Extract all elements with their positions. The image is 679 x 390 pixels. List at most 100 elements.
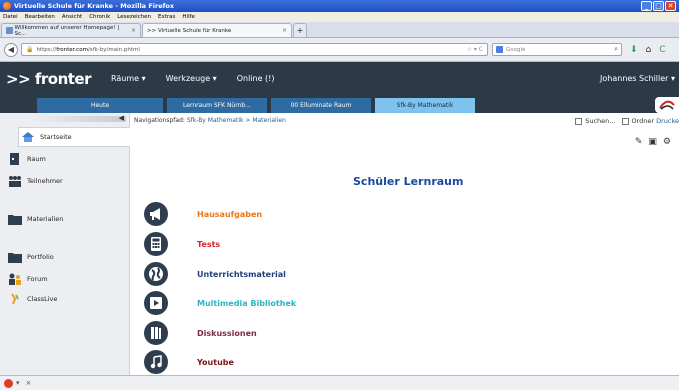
back-button[interactable]: ◀ [4,42,18,57]
sidebar: ◀ Startseite Raum Teilnehmer Materialien… [0,113,130,375]
search-bar[interactable]: Google ⌕ [492,43,622,56]
media-icon [144,291,168,315]
home-button-icon[interactable]: ⌂ [646,45,652,55]
browser-tab-virtuelle-schule[interactable]: >> Virtuelle Schule für Kranke × [142,23,292,37]
fronter-logo[interactable]: >> fronter [6,70,92,88]
sidebar-item-label: Teilnehmer [27,177,63,185]
menu-online[interactable]: Online (!) [237,74,275,83]
ordner-checkbox[interactable] [621,117,629,125]
nav-tools: ⬇ ⌂ C [630,45,666,55]
link-label[interactable]: Tests [197,240,220,249]
window-titlebar: Virtuelle Schule für Kranke - Mozilla Fi… [0,0,679,12]
link-hausaufgaben[interactable]: Hausaufgaben [144,201,262,227]
globe-icon [144,262,168,286]
link-unterrichtsmaterial[interactable]: Unterrichtsmaterial [144,261,286,287]
search-icon[interactable]: ⌕ [614,45,618,54]
link-tests[interactable]: Tests [144,231,220,257]
breadcrumb: Navigationspfad: Sfk-By Mathematik > Mat… [134,117,286,124]
bookmark-star-icon[interactable]: ☆ ▾ C [467,46,483,53]
people-icon [8,175,22,187]
menubar: Datei Bearbeiten Ansicht Chronik Lesezei… [0,12,679,22]
link-youtube[interactable]: Youtube [144,349,234,375]
suchen-label[interactable]: Suchen... [585,117,615,125]
new-tab-button[interactable]: + [293,23,307,37]
music-icon [144,350,168,374]
url-bar[interactable]: 🔒 https://fronter.com/sfk-by/main.phtml … [21,43,488,56]
tab-lernraum[interactable]: Lernraum SFK Nürnb... [167,98,267,113]
tab-close-icon[interactable]: × [131,27,136,34]
menu-ansicht[interactable]: Ansicht [62,14,82,20]
url-prefix: https:// [36,46,57,53]
browser-tabbar: Willkommen auf unserer Homepage! | Sc...… [0,22,679,38]
drucken-link[interactable]: Drucke [656,117,679,125]
sidebar-item-portfolio[interactable]: Portfolio [6,247,124,267]
addon-icon[interactable] [4,378,13,388]
reload-icon[interactable]: C [659,45,665,55]
school-logo-icon [659,100,675,110]
classlive-icon [8,293,22,305]
window-title: Virtuelle Schule für Kranke - Mozilla Fi… [14,2,175,10]
link-label[interactable]: Diskussionen [197,329,257,338]
books-icon [144,321,168,345]
tab-heute[interactable]: Heute [37,98,163,113]
megaphone-icon [144,202,168,226]
tab-close-icon[interactable]: × [282,27,287,34]
google-icon [496,46,503,53]
sidebar-item-label: Raum [27,155,46,163]
folder-icon [8,213,22,225]
sidebar-item-classlive[interactable]: ClassLive [6,289,124,309]
url-host: fronter.com [56,46,88,53]
suchen-checkbox[interactable] [575,117,583,125]
sidebar-item-label: Forum [27,275,48,283]
school-logo [655,97,679,113]
menu-werkzeuge[interactable]: Werkzeuge ▾ [166,74,217,83]
maximize-button[interactable]: □ [653,1,664,11]
sidebar-item-forum[interactable]: Forum [6,269,124,289]
link-label[interactable]: Unterrichtsmaterial [197,270,286,279]
link-label[interactable]: Youtube [197,358,234,367]
addon-dropdown-icon[interactable]: ▾ [16,379,20,387]
link-label[interactable]: Hausaufgaben [197,210,262,219]
tab-favicon-icon [6,27,13,34]
edit-pencil-icon[interactable]: ✎ [635,137,643,147]
download-icon[interactable]: ⬇ [630,45,638,55]
tab-elluminate[interactable]: 00 Elluminate Raum [271,98,371,113]
sidebar-collapse[interactable]: ◀ [32,114,126,122]
close-window-button[interactable]: ✕ [665,1,676,11]
breadcrumb-prefix: Navigationspfad: [134,117,185,124]
menu-bearbeiten[interactable]: Bearbeiten [25,14,55,20]
link-multimedia-bibliothek[interactable]: Multimedia Bibliothek [144,290,296,316]
tab-label: Willkommen auf unserer Homepage! | Sc... [14,24,120,37]
ordner-label[interactable]: Ordner [632,117,655,125]
sidebar-item-raum[interactable]: Raum [6,149,124,169]
menu-raeume[interactable]: Räume ▾ [111,74,146,83]
sidebar-item-materialien[interactable]: Materialien [6,209,124,229]
link-diskussionen[interactable]: Diskussionen [144,320,257,346]
tab-mathematik[interactable]: Sfk-By Mathematik [375,98,475,113]
menu-datei[interactable]: Datei [3,14,18,20]
menu-extras[interactable]: Extras [158,14,175,20]
page-title: Schüler Lernraum [353,175,464,188]
menu-lesezeichen[interactable]: Lesezeichen [117,14,151,20]
menu-hilfe[interactable]: Hilfe [182,14,195,20]
page-tools: Suchen... Ordner Drucke [569,117,679,125]
door-icon [8,153,22,165]
link-label[interactable]: Multimedia Bibliothek [197,299,296,308]
navigation-bar: ◀ 🔒 https://fronter.com/sfk-by/main.phtm… [0,38,679,62]
sidebar-item-teilnehmer[interactable]: Teilnehmer [6,171,124,191]
minimize-button[interactable]: _ [641,1,652,11]
menu-chronik[interactable]: Chronik [89,14,110,20]
collapse-icon[interactable]: ◀ [119,114,124,122]
fronter-menu: Räume ▾ Werkzeuge ▾ Online (!) [111,74,274,83]
browser-tab-homepage[interactable]: Willkommen auf unserer Homepage! | Sc...… [1,23,141,37]
settings-icon[interactable]: ⚙ [663,137,671,147]
sidebar-item-label: Startseite [40,133,72,141]
user-menu[interactable]: Johannes Schiller ▾ [600,74,675,83]
sidebar-item-startseite[interactable]: Startseite [18,127,130,147]
home-icon [21,131,35,143]
room-tabs: Heute Lernraum SFK Nürnb... 00 Elluminat… [0,95,679,113]
lock-icon: 🔒 [26,46,34,53]
breadcrumb-path[interactable]: Sfk-By Mathematik > Materialien [187,117,286,124]
save-icon[interactable]: ▣ [648,137,657,147]
statusbar-close-icon[interactable]: × [26,379,32,387]
